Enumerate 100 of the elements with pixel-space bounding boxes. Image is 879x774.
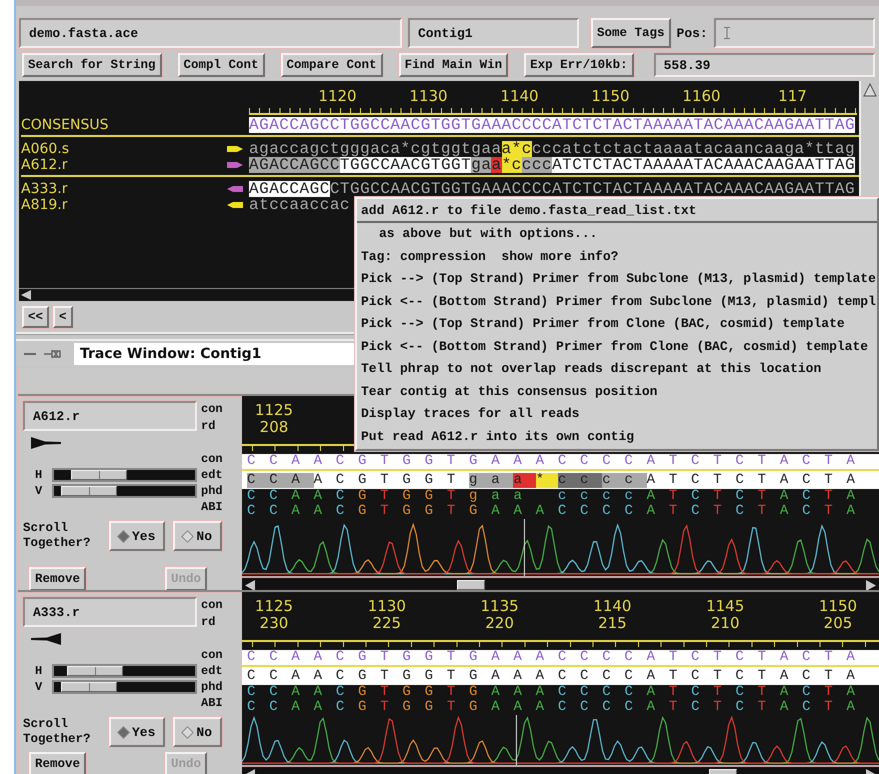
some-tags-button[interactable]: Some Tags [591,18,671,48]
ruler-number: 1150 [590,87,631,105]
slider-track[interactable] [52,468,197,482]
radio-button[interactable]: No [173,521,222,551]
position-label: 1135 220 [480,598,520,632]
navigate-button[interactable]: < [53,306,73,328]
position-label: 1150 205 [818,598,858,632]
base-calls: cc [602,472,647,488]
menu-item[interactable]: add A612.r to file demo.fasta_read_list.txt [357,200,877,222]
sequence-text: cccatctctactaaaatacaancaaga*ttag [532,141,856,157]
read-name[interactable]: A819.r [21,197,221,213]
row-label: ABI [201,695,224,711]
menu-item[interactable]: Tear contig at this consensus position [357,380,877,402]
read-name[interactable]: A060.s [21,141,221,157]
base-calls: * [536,472,558,488]
ruler-number: 1140 [499,87,540,105]
toolbar-button[interactable]: Find Main Win [398,53,508,77]
contig-name-field[interactable]: Contig1 [408,18,579,48]
scroll-together-label: Scroll Together? [23,717,92,747]
sequence-text: AGACCAGCC [249,156,340,172]
menu-item[interactable]: Pick --> (Top Strand) Primer from Subclone (M13, plasmid) template [357,268,877,290]
row-label: edt [201,663,224,679]
slider-track[interactable] [52,680,197,694]
slider-label: H [35,467,42,483]
scroll-left-icon[interactable] [245,580,255,590]
sequence-text: a [491,156,502,172]
menu-item[interactable]: Display traces for all reads [357,402,877,425]
file-name-field[interactable]: demo.fasta.ace [19,18,402,48]
position-label: 1145 210 [705,598,746,632]
slider-label: H [35,663,42,679]
toolbar-button[interactable]: Compare Cont [280,53,383,77]
position-label: 1125 208 [254,402,294,436]
position-label: 1140 215 [592,598,632,632]
text-cursor-icon [724,27,730,39]
slider-thumb[interactable] [60,486,117,496]
position-field[interactable] [714,18,875,48]
base-calls: CCAACGTGGTGAAACCCCATCTCTACTA [247,454,869,469]
radio-button[interactable]: No [173,717,222,747]
sequence-text: AGACCAGCCTGGCCAACGTGGTGAAACCCCATCTCTACTAAAAATACAAACAAGAATTAG [249,116,856,132]
read-name[interactable]: A333.r [21,181,221,197]
pos-label: Pos: [676,26,708,40]
toolbar-button[interactable]: Search for String [22,53,162,77]
base-calls: a [513,472,536,488]
menu-item[interactable]: Tag: compression show more info? [357,245,877,268]
ruler-number: 117 [777,87,808,105]
sequence-text: a*c [502,141,532,157]
sequence-text: atccaaccac [249,197,350,213]
sequence-text: ga [471,156,492,172]
scroll-left-icon[interactable] [21,290,31,300]
ruler-number: 1120 [317,87,358,105]
base-calls: ga [469,472,514,488]
scroll-thumb[interactable] [456,580,485,590]
read-name-field[interactable]: A612.r [23,401,197,431]
slider-thumb[interactable] [66,666,123,676]
menu-item[interactable]: as above but with options... [357,222,877,245]
menu-item[interactable]: Put read A612.r into its own contig [357,425,877,448]
base-calls: cc [558,472,602,488]
read-name-field[interactable]: A333.r [23,597,197,627]
slider-label: V [35,483,42,499]
remove-button[interactable]: Remove [29,752,86,774]
row-label: phd [201,483,224,499]
ruler-number: 1160 [681,87,722,105]
scroll-up-icon[interactable] [863,83,877,97]
row-label: rd [201,418,216,435]
slider-label: V [35,679,42,695]
row-label: con [201,597,224,614]
remove-button[interactable]: Remove [29,567,86,591]
row-label: ABI [201,499,224,515]
position-label: 1130 225 [366,598,407,632]
sequence-text: CTGGCCAACGTGGTGAAACCCCATCTCTACTAAAAATACAAACAAGAATTAG [330,181,856,197]
position-label: 1125 230 [254,598,294,632]
menu-item[interactable]: Tell phrap to not overlap reads discrepant at this location [357,358,877,380]
ruler-number: 1130 [408,87,449,105]
read-name[interactable]: CONSENSUS [21,116,221,132]
navigate-button[interactable]: << [22,306,50,328]
scroll-together-label: Scroll Together? [23,521,92,551]
toolbar-button[interactable]: Exp Err/10kb: [524,53,634,77]
scroll-right-icon[interactable] [866,580,876,590]
radio-button[interactable]: Yes [109,717,166,747]
read-name[interactable]: A612.r [21,156,221,172]
error-rate-field[interactable]: 558.39 [654,53,875,77]
sequence-text: AGACCAGC [249,181,330,197]
slider-thumb[interactable] [60,682,117,692]
row-label: con [201,451,224,467]
menu-item[interactable]: Pick <-- (Bottom Strand) Primer from Clone (BAC, cosmid) template [357,335,877,358]
menu-item[interactable]: Pick <-- (Bottom Strand) Primer from Subclone (M13, plasmid) templ [357,290,877,312]
radio-button[interactable]: Yes [109,521,166,551]
sequence-text: agaccagctgggaca*cgtggtgaa [249,141,502,157]
toolbar-button[interactable]: Compl Cont [178,53,265,77]
row-label: phd [201,679,224,695]
slider-track[interactable] [52,484,197,498]
base-calls: CCAACGTGGTGAAACCCCATCTCTACTA [247,650,869,665]
row-label: rd [201,614,216,631]
sequence-text: ccc [522,156,552,172]
slider-track[interactable] [52,664,197,678]
row-label: edt [201,467,224,483]
slider-thumb[interactable] [71,470,128,480]
menu-item[interactable]: Pick --> (Top Strand) Primer from Clone (BAC, cosmid) template [357,312,877,335]
base-calls: CCA [247,472,314,488]
sequence-text: ATCTCTACTAAAAATACAAACAAGAATTAG [552,156,856,172]
